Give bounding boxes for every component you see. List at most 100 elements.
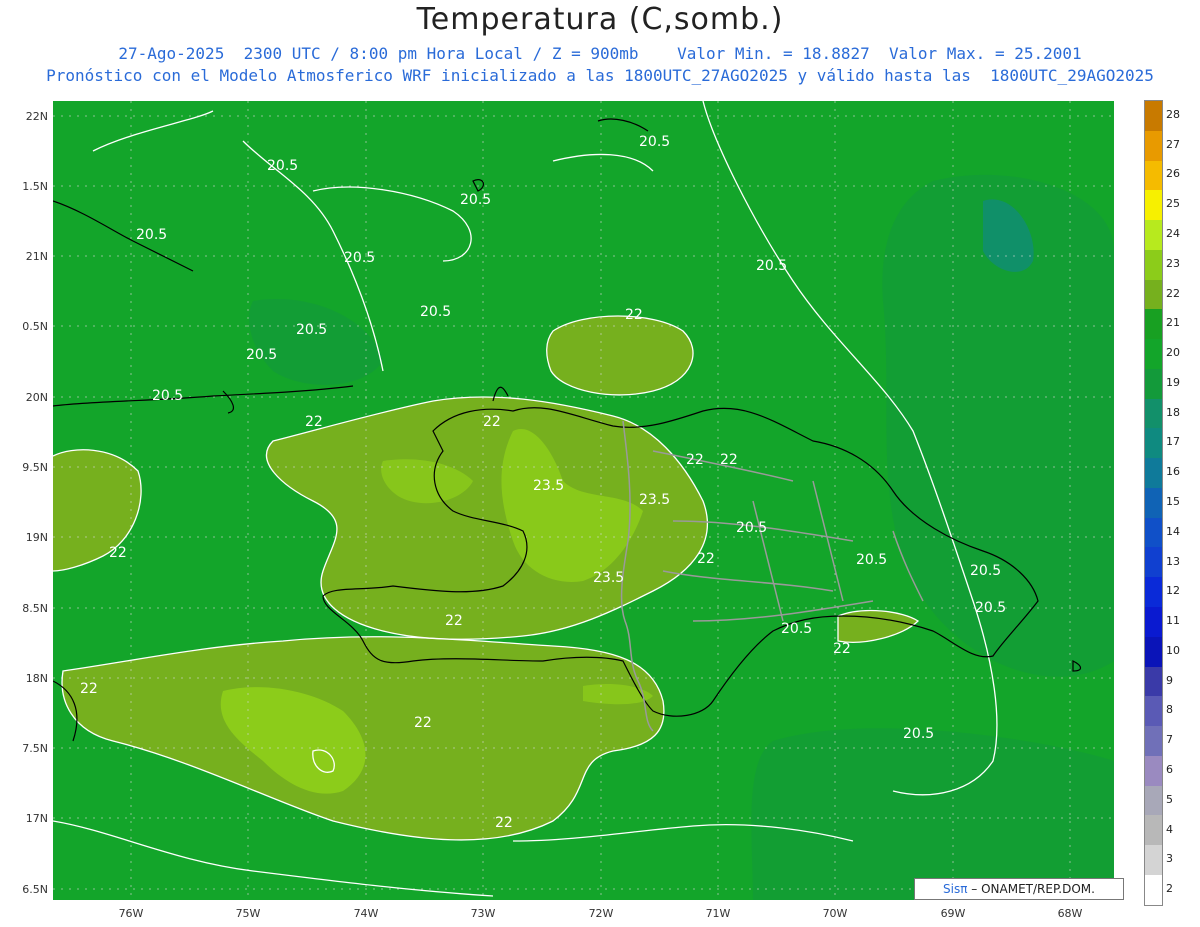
legend-swatch	[1145, 874, 1162, 905]
legend-swatch	[1145, 130, 1162, 161]
legend-swatch	[1145, 666, 1162, 697]
lat-label: 6.5N	[22, 883, 48, 896]
legend-label: 13	[1166, 554, 1180, 568]
lon-label: 76W	[118, 907, 144, 920]
contour-label: 23.5	[533, 478, 565, 494]
warm-zone-caribbean	[62, 636, 664, 840]
lon-label: 69W	[940, 907, 966, 920]
legend-label: 14	[1166, 524, 1180, 538]
legend-swatch	[1145, 577, 1162, 608]
legend-label: 18	[1166, 405, 1180, 419]
contour-label: 22	[686, 452, 704, 468]
legend-swatch	[1145, 845, 1162, 875]
contour-label: 20.5	[460, 192, 492, 208]
lat-label: 18N	[25, 672, 48, 685]
lat-label: 17N	[25, 812, 48, 825]
legend-label: 2	[1166, 882, 1173, 896]
legend-swatch	[1145, 487, 1162, 518]
legend-label: 12	[1166, 584, 1180, 598]
legend-label: 19	[1166, 375, 1180, 389]
lat-label: 21N	[25, 250, 48, 263]
contour-label: 22	[80, 681, 98, 697]
contour-label: 22	[445, 613, 463, 629]
map-subtitle-valid-time: 27-Ago-2025 2300 UTC / 8:00 pm Hora Loca…	[118, 44, 1082, 63]
map-title: Temperatura (C,somb.)	[416, 2, 784, 37]
lon-label: 74W	[353, 907, 379, 920]
legend-swatch	[1145, 547, 1162, 578]
legend-label: 6	[1166, 763, 1173, 776]
credit-box: Sisπ – ONAMET/REP.DOM.	[914, 878, 1124, 900]
credit-text: – ONAMET/REP.DOM.	[967, 882, 1095, 896]
contour-label: 20.5	[420, 304, 452, 320]
lat-label: 22N	[25, 110, 48, 123]
legend-swatch	[1145, 339, 1162, 369]
legend-swatch	[1145, 517, 1162, 548]
contour-label: 22	[625, 307, 643, 323]
legend-label: 26	[1166, 167, 1180, 181]
lon-label: 75W	[235, 907, 261, 920]
contour-label: 20.5	[639, 134, 671, 150]
contour-label: 22	[833, 641, 851, 657]
lat-label: 20N	[25, 391, 48, 404]
contour-label: 22	[109, 545, 127, 561]
temperature-map: 20.5 20.5 20.5 20.5 20.5 20.5 20.5 20.5 …	[53, 101, 1114, 900]
contour-label: 23.5	[639, 492, 671, 508]
legend-label: 20	[1166, 346, 1180, 360]
legend-swatch	[1145, 755, 1162, 786]
lon-label: 70W	[822, 907, 848, 920]
legend-swatch	[1145, 785, 1162, 816]
cool-zone-southeast	[751, 728, 1114, 900]
legend-label: 10	[1166, 643, 1180, 657]
lon-label: 72W	[588, 907, 614, 920]
contour-label: 20.5	[903, 726, 935, 742]
lon-label: 73W	[470, 907, 496, 920]
lat-label: 8.5N	[22, 602, 48, 615]
lat-label: 9.5N	[22, 461, 48, 474]
legend-label: 3	[1166, 852, 1173, 866]
legend-swatch	[1145, 249, 1162, 280]
lon-label: 71W	[705, 907, 731, 920]
contour-label: 20.5	[246, 347, 278, 363]
legend-swatch	[1145, 309, 1162, 340]
contour-label: 22	[414, 715, 432, 731]
legend-swatch	[1145, 190, 1162, 221]
legend-label: 23	[1166, 256, 1180, 270]
cool-zone-northwest	[249, 299, 383, 385]
contour-label: 20.5	[296, 322, 328, 338]
legend-label: 5	[1166, 792, 1173, 806]
lat-label: 7.5N	[22, 742, 48, 755]
contour-label: 22	[495, 815, 513, 831]
legend-swatch	[1145, 368, 1162, 399]
legend-label: 9	[1166, 673, 1173, 687]
lat-label: 1.5N	[22, 180, 48, 193]
contour-label: 22	[720, 452, 738, 468]
lat-label: 0.5N	[22, 320, 48, 333]
color-legend	[1144, 100, 1163, 906]
warm-zone-west	[53, 449, 142, 571]
legend-label: 25	[1166, 197, 1180, 211]
contour-label: 20.5	[736, 520, 768, 536]
legend-swatch	[1145, 279, 1162, 310]
legend-label: 28	[1166, 107, 1180, 121]
contour-label: 20.5	[344, 250, 376, 266]
contour-label: 22	[697, 551, 715, 567]
lat-label: 19N	[25, 531, 48, 544]
legend-swatch	[1145, 398, 1162, 429]
legend-swatch	[1145, 696, 1162, 727]
warm-zone-hispaniola	[266, 396, 708, 640]
warm-zone-north-bubble	[546, 316, 693, 395]
legend-label: 8	[1166, 703, 1173, 717]
legend-label: 15	[1166, 495, 1180, 508]
contour-label: 20.5	[856, 552, 888, 568]
credit-brand: Sisπ	[943, 882, 968, 896]
legend-swatch	[1145, 101, 1162, 131]
map-canvas	[53, 101, 1114, 900]
legend-label: 16	[1166, 465, 1180, 479]
contour-label: 20.5	[267, 158, 299, 174]
legend-swatch	[1145, 220, 1162, 250]
contour-label: 22	[305, 414, 323, 430]
legend-label: 11	[1166, 614, 1180, 628]
contour-label: 20.5	[756, 258, 788, 274]
contour-label: 20.5	[152, 388, 184, 404]
legend-label: 4	[1166, 822, 1173, 836]
